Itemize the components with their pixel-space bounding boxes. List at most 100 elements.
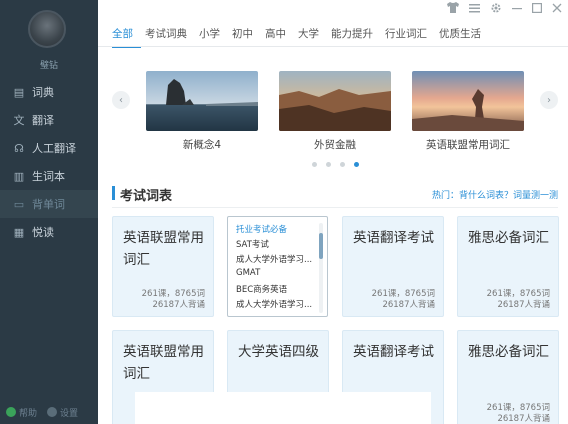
card-learners: 26187人背诵 (152, 300, 205, 310)
notebook-icon: ▥ (13, 169, 25, 183)
flashcard-icon: ▭ (13, 197, 25, 211)
exam-list-item[interactable]: 成人大学外语学习... (236, 298, 312, 310)
card-lessons: 261课，8765词 (486, 403, 550, 413)
card-learners: 26187人背诵 (497, 300, 550, 310)
card-title: 英语翻译考试 (353, 344, 434, 360)
sidebar-item-human-translate[interactable]: ☊ 人工翻译 (0, 134, 98, 162)
carousel-caption-1[interactable]: 新概念4 (146, 137, 258, 152)
wordlist-card[interactable]: 英语翻译考试 261课，8765词 26187人背诵 (342, 216, 444, 317)
book-icon: ▤ (13, 85, 25, 99)
carousel-next-button[interactable]: › (540, 91, 558, 109)
carousel-dot[interactable] (326, 162, 331, 167)
card-lessons: 261课，8765词 (141, 289, 205, 299)
skin-icon[interactable] (447, 2, 459, 16)
card-title: 雅思必备词汇 (468, 230, 549, 246)
tab-primary[interactable]: 小学 (195, 26, 228, 48)
exam-list-item[interactable]: BEC商务英语 (236, 283, 287, 295)
sidebar-item-wordbook[interactable]: ▥ 生词本 (0, 162, 98, 190)
carousel-dot[interactable] (312, 162, 317, 167)
help-label: 帮助 (19, 408, 38, 419)
sidebar-item-label: 翻译 (32, 114, 54, 127)
username: 璧钻 (39, 61, 58, 71)
carousel-banner-3[interactable] (412, 71, 524, 131)
exam-list-item[interactable]: GMAT (236, 268, 260, 278)
carousel-indicators (312, 162, 359, 167)
carousel-dot[interactable] (340, 162, 345, 167)
tab-junior-high[interactable]: 初中 (228, 26, 261, 48)
sidebar-item-label: 生词本 (32, 170, 65, 183)
reading-icon: ▦ (13, 225, 25, 239)
carousel-banner-1[interactable] (146, 71, 258, 131)
card-meta: 261课，8765词 26187人背诵 (142, 289, 205, 311)
sidebar-item-translate[interactable]: 文 翻译 (0, 106, 98, 134)
carousel-dot-active[interactable] (354, 162, 359, 167)
tab-skills[interactable]: 能力提升 (327, 26, 381, 48)
card-title: 英语联盟常用词汇 (123, 344, 204, 382)
minimize-icon[interactable] (512, 3, 522, 16)
section-accent-bar (112, 186, 115, 200)
sidebar-item-dictionary[interactable]: ▤ 词典 (0, 78, 98, 106)
settings-label: 设置 (60, 408, 79, 419)
card-lessons: 261课，8765词 (371, 289, 435, 299)
hot-text: ：背什么词表？词量测一测 (449, 191, 558, 201)
card-meta: 261课，8765词 26187人背诵 (487, 403, 550, 424)
dropdown-scrollbar[interactable] (319, 223, 323, 313)
chevron-left-icon: ‹ (119, 94, 123, 106)
sidebar-item-label: 词典 (32, 86, 54, 99)
settings-link[interactable]: 设置 (47, 406, 78, 419)
carousel-caption-3[interactable]: 英语联盟常用词汇 (412, 137, 524, 152)
sea-rock-image (146, 71, 258, 131)
section-title: 考试词表 (120, 189, 173, 204)
close-icon[interactable] (552, 3, 562, 16)
sidebar-item-memorize[interactable]: ▭ 背单词 (0, 190, 98, 218)
help-icon (6, 407, 16, 417)
tab-exam-dictionary[interactable]: 考试词典 (141, 26, 195, 48)
help-link[interactable]: 帮助 (6, 406, 37, 419)
tab-quality-life[interactable]: 优质生活 (435, 26, 489, 48)
wordlist-card[interactable]: 雅思必备词汇 261课，8765词 26187人背诵 (457, 330, 559, 424)
blank-overlay-panel (135, 392, 431, 424)
card-title: 雅思必备词汇 (468, 344, 549, 360)
tab-senior-high[interactable]: 高中 (261, 26, 294, 48)
scrollbar-thumb[interactable] (319, 233, 323, 259)
card-meta: 261课，8765词 26187人背诵 (372, 289, 435, 311)
avatar[interactable] (28, 10, 66, 48)
chevron-right-icon: › (547, 94, 551, 106)
exam-list-item[interactable]: 成人大学外语学习... (236, 253, 312, 265)
category-tabs: 全部 考试词典 小学 初中 高中 大学 能力提升 行业词汇 优质生活 (112, 26, 489, 48)
sunset-rock-image (412, 71, 524, 131)
card-title: 大学英语四级 (238, 344, 319, 360)
tab-university[interactable]: 大学 (294, 26, 327, 48)
hot-label: 热门 (431, 191, 450, 201)
tab-industry[interactable]: 行业词汇 (381, 26, 435, 48)
card-title: 英语联盟常用词汇 (123, 230, 204, 268)
tab-all[interactable]: 全部 (112, 26, 141, 48)
sidebar-nav: ▤ 词典 文 翻译 ☊ 人工翻译 ▥ 生词本 ▭ 背单词 ▦ 悦读 (0, 78, 98, 246)
wordlist-card[interactable]: 英语联盟常用词汇 261课，8765词 26187人背诵 (112, 216, 214, 317)
sidebar-item-label: 悦读 (32, 226, 54, 239)
exam-list-item[interactable]: SAT考试 (236, 238, 269, 250)
card-learners: 26187人背诵 (497, 414, 550, 424)
window-controls (447, 0, 562, 18)
sidebar-footer: 帮助 设置 (0, 400, 98, 424)
maximize-icon[interactable] (532, 2, 543, 16)
wordlist-card[interactable]: 雅思必备词汇 261课，8765词 26187人背诵 (457, 216, 559, 317)
exam-list-item[interactable]: 托业考试必备 (236, 223, 287, 235)
section-divider (112, 207, 558, 208)
settings-icon (47, 407, 58, 417)
carousel-banner-2[interactable] (279, 71, 391, 131)
sidebar: 璧钻 ▤ 词典 文 翻译 ☊ 人工翻译 ▥ 生词本 ▭ 背单词 ▦ 悦读 帮助 (0, 0, 98, 424)
exam-list-dropdown[interactable]: 托业考试必备 SAT考试 成人大学外语学习... GMAT BEC商务英语 成人… (227, 216, 328, 317)
card-title: 英语翻译考试 (353, 230, 434, 246)
card-meta: 261课，8765词 26187人背诵 (487, 289, 550, 311)
carousel-prev-button[interactable]: ‹ (112, 91, 130, 109)
sidebar-item-label: 人工翻译 (32, 142, 76, 155)
sidebar-item-reading[interactable]: ▦ 悦读 (0, 218, 98, 246)
card-learners: 26187人背诵 (382, 300, 435, 310)
card-lessons: 261课，8765词 (486, 289, 550, 299)
menu-icon[interactable] (469, 3, 480, 16)
hot-link[interactable]: 热门：背什么词表？词量测一测 (432, 188, 558, 201)
canyon-image (279, 71, 391, 131)
carousel-caption-2[interactable]: 外贸金融 (279, 137, 391, 152)
settings-gear-icon[interactable] (490, 2, 502, 17)
